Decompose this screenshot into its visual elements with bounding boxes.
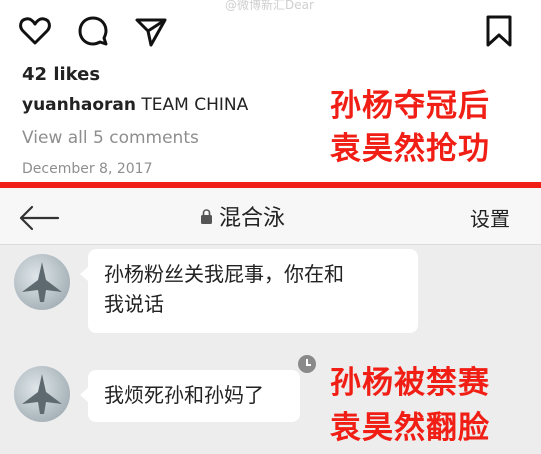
settings-button[interactable]: 设置	[470, 203, 510, 232]
chat-title: 混合泳	[219, 206, 286, 231]
overlay-caption-top-line2: 袁昊然抢功	[330, 131, 490, 167]
clock-icon	[298, 355, 316, 373]
message-bubble[interactable]: 孙杨粉丝关我屁事，你在和 我说话	[80, 249, 418, 333]
message-text: 我烦死孙和孙妈了	[104, 383, 264, 407]
caption-username[interactable]: yuanhaoran	[22, 95, 136, 115]
heart-icon[interactable]	[18, 14, 52, 48]
jet-icon	[22, 262, 62, 302]
back-arrow-icon[interactable]	[18, 204, 60, 232]
avatar[interactable]	[14, 366, 70, 422]
message-bubble[interactable]: 我烦死孙和孙妈了	[80, 370, 300, 422]
likes-count[interactable]: 42 likes	[22, 64, 100, 85]
post-date: December 8, 2017	[22, 161, 153, 177]
message-text-line1: 孙杨粉丝关我屁事，你在和	[104, 262, 344, 286]
watermark: @微博新汇Dear	[225, 0, 314, 12]
overlay-caption-bottom-line1: 孙杨被禁赛	[330, 365, 490, 401]
comment-icon[interactable]	[76, 14, 110, 48]
share-icon[interactable]	[134, 14, 168, 48]
overlay-caption-bottom-line2: 袁昊然翻脸	[330, 410, 490, 446]
post-caption: yuanhaoran TEAM CHINA	[22, 95, 248, 115]
lock-icon	[201, 208, 212, 224]
avatar[interactable]	[14, 254, 70, 310]
chat-title-bar: 混合泳	[200, 200, 285, 232]
jet-icon	[22, 374, 62, 414]
bookmark-icon[interactable]	[482, 14, 516, 48]
view-comments-link[interactable]: View all 5 comments	[22, 128, 199, 148]
overlay-caption-top-line1: 孙杨夺冠后	[330, 88, 490, 124]
message-text-line2: 我说话	[104, 292, 164, 316]
caption-text: TEAM CHINA	[141, 95, 249, 115]
